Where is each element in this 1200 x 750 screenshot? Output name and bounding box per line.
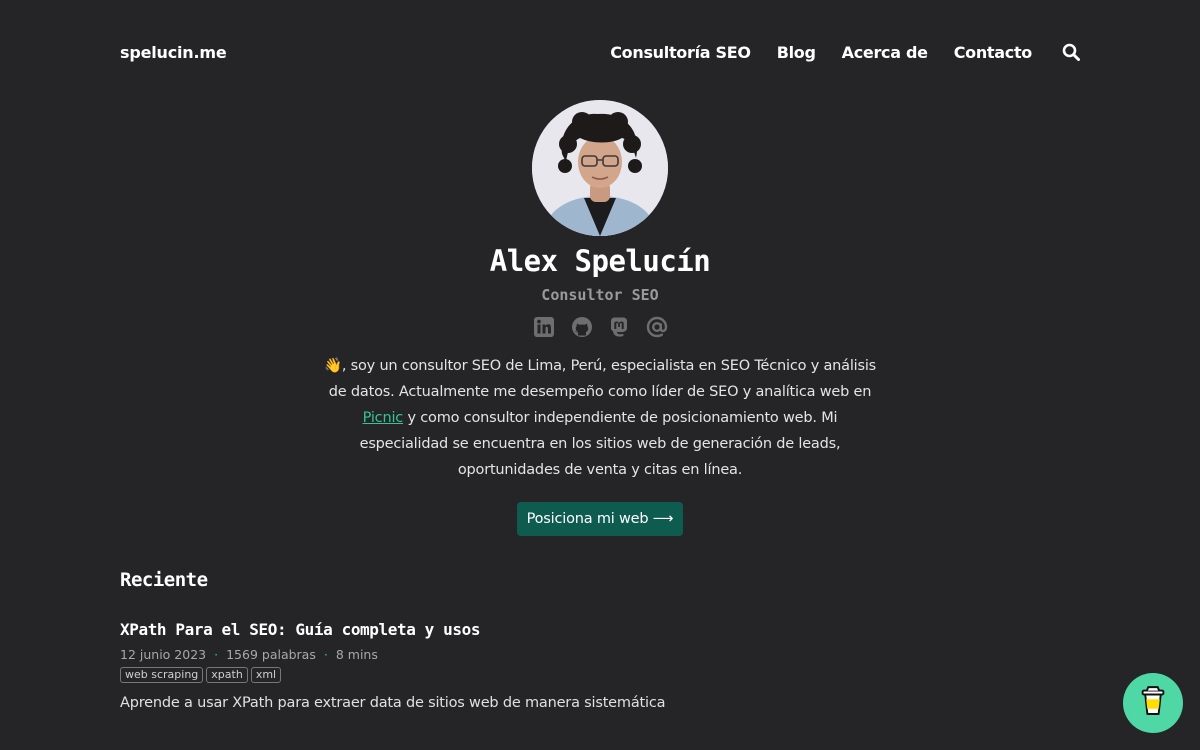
bio-text-start: , soy un consultor SEO de Lima, Perú, es… xyxy=(328,358,877,400)
profile-role: Consultor SEO xyxy=(541,286,659,304)
top-navigation: spelucin.me Consultoría SEO Blog Acerca … xyxy=(120,38,1080,66)
nav-item-acerca-de[interactable]: Acerca de xyxy=(842,43,928,62)
post-meta: 12 junio 2023 · 1569 palabras · 8 mins xyxy=(120,647,1020,662)
recent-section-title: Reciente xyxy=(120,569,208,591)
tag-xml[interactable]: xml xyxy=(250,667,282,683)
mastodon-icon[interactable] xyxy=(608,316,630,338)
post-read-time: 8 mins xyxy=(335,647,378,662)
profile-name: Alex Spelucín xyxy=(489,244,711,278)
meta-separator: · xyxy=(214,647,219,662)
meta-separator: · xyxy=(323,647,328,662)
social-links xyxy=(532,316,668,338)
tag-web-scraping[interactable]: web scraping xyxy=(120,667,204,683)
posiciona-mi-web-button[interactable]: Posiciona mi web ⟶ xyxy=(517,502,683,536)
picnic-link[interactable]: Picnic xyxy=(363,410,404,426)
email-at-icon[interactable] xyxy=(646,316,668,338)
nav-item-consultoria-seo[interactable]: Consultoría SEO xyxy=(610,43,751,62)
post-date: 12 junio 2023 xyxy=(120,647,207,662)
waving-hand-emoji: 👋 xyxy=(323,358,342,374)
profile-bio: 👋, soy un consultor SEO de Lima, Perú, e… xyxy=(320,353,880,483)
nav-item-contacto[interactable]: Contacto xyxy=(954,43,1033,62)
post-title-link[interactable]: XPath Para el SEO: Guía completa y usos xyxy=(120,620,1020,639)
post-word-count: 1569 palabras xyxy=(226,647,316,662)
site-brand-link[interactable]: spelucin.me xyxy=(120,43,227,62)
post-item: XPath Para el SEO: Guía completa y usos … xyxy=(120,620,1020,711)
bio-text-end: y como consultor independiente de posici… xyxy=(359,410,841,478)
coffee-cup-icon xyxy=(1140,685,1166,721)
github-icon[interactable] xyxy=(571,316,593,338)
main-menu: Consultoría SEO Blog Acerca de Contacto xyxy=(584,43,1080,62)
search-icon[interactable] xyxy=(1062,43,1080,61)
profile-avatar xyxy=(532,100,668,236)
post-tags: web scraping xpath xml xyxy=(120,667,1020,683)
tag-xpath[interactable]: xpath xyxy=(206,667,248,683)
buy-me-a-coffee-button[interactable] xyxy=(1123,673,1183,733)
post-description: Aprende a usar XPath para extraer data d… xyxy=(120,695,666,711)
linkedin-icon[interactable] xyxy=(533,316,555,338)
nav-item-blog[interactable]: Blog xyxy=(777,43,816,62)
